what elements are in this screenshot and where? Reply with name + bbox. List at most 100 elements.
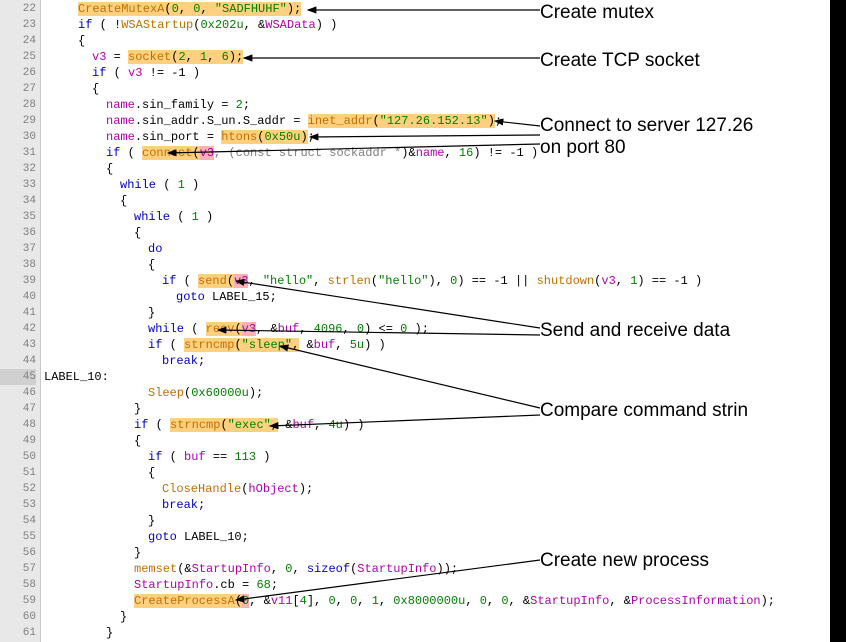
line-number: 45 <box>0 369 36 385</box>
code-token: const struct sockaddr * <box>236 146 402 160</box>
code-token: ) <box>300 130 307 144</box>
code-token: buf <box>292 418 314 432</box>
code-token: LABEL_10; <box>177 530 249 544</box>
code-token: 0 <box>501 594 508 608</box>
code-token: if <box>162 274 176 288</box>
code-line: { <box>148 257 155 273</box>
code-token: StartupInfo <box>530 594 609 608</box>
line-number: 52 <box>0 481 36 497</box>
code-token: 1 <box>178 178 185 192</box>
annotation-mutex: Create mutex <box>540 2 654 24</box>
code-token: ; <box>308 130 315 144</box>
code-line: { <box>134 225 141 241</box>
code-token: buf <box>278 322 300 336</box>
code-token: v3 <box>200 146 214 160</box>
code-token: ; <box>198 354 205 368</box>
code-token: , <box>335 338 349 352</box>
line-number: 23 <box>0 17 36 33</box>
code-token: ; <box>198 498 205 512</box>
code-token: -1 <box>509 146 523 160</box>
code-token: 6 <box>222 50 229 64</box>
code-token: , <box>357 594 371 608</box>
code-token: ) != <box>473 146 509 160</box>
code-token: 113 <box>234 450 256 464</box>
code-token: sizeof <box>307 562 350 576</box>
code-token: v11 <box>271 594 293 608</box>
code-token: 1 <box>192 210 199 224</box>
code-token: buf <box>184 450 206 464</box>
code-line: break; <box>162 353 205 369</box>
code-token: & <box>299 338 313 352</box>
code-token: } <box>148 514 155 528</box>
code-line: } <box>134 401 141 417</box>
line-number: 34 <box>0 193 36 209</box>
code-token: StartupInfo <box>357 562 436 576</box>
code-line: { <box>134 433 141 449</box>
code-token: hObject <box>248 482 298 496</box>
code-token: ); <box>249 386 263 400</box>
line-number: 33 <box>0 177 36 193</box>
line-number: 36 <box>0 225 36 241</box>
code-token: "SADFHUHF" <box>215 2 287 16</box>
code-token: goto <box>148 530 177 544</box>
code-token: 0 <box>328 594 335 608</box>
code-token: { <box>134 434 141 448</box>
code-token: { <box>148 258 155 272</box>
arrow <box>310 135 540 137</box>
line-number: 58 <box>0 577 36 593</box>
code-token: , <box>336 594 350 608</box>
code-token: 4 <box>300 594 307 608</box>
code-token: , <box>271 418 278 432</box>
code-token: 0 <box>480 594 487 608</box>
line-number: 35 <box>0 209 36 225</box>
code-token: , <box>313 274 327 288</box>
code-token: , <box>207 50 221 64</box>
code-token: inet_addr <box>308 114 373 128</box>
code-token: buf <box>314 338 336 352</box>
code-token: ) == <box>637 274 673 288</box>
code-line: goto LABEL_15; <box>176 289 277 305</box>
line-number: 53 <box>0 497 36 513</box>
code-line: { <box>120 193 127 209</box>
line-number: 46 <box>0 385 36 401</box>
code-token: , ( <box>214 146 236 160</box>
code-token: goto <box>176 290 205 304</box>
code-token: ); <box>407 322 429 336</box>
code-token: , & <box>609 594 631 608</box>
code-token: ) <box>688 274 702 288</box>
code-token: name <box>416 146 445 160</box>
code-token: v3 <box>128 66 142 80</box>
line-number: 54 <box>0 513 36 529</box>
code-token: } <box>134 546 141 560</box>
arrow <box>280 346 540 408</box>
code-line: } <box>148 305 155 321</box>
code-line: CreateProcessA(0, &v11[4], 0, 0, 1, 0x80… <box>134 593 775 609</box>
code-token: ], <box>307 594 329 608</box>
code-token: )& <box>401 146 415 160</box>
code-token: , & <box>509 594 531 608</box>
line-number: 55 <box>0 529 36 545</box>
code-line: break; <box>162 497 205 513</box>
code-token: == <box>206 450 235 464</box>
code-line: name.sin_addr.S_un.S_addr = inet_addr("1… <box>106 113 502 129</box>
code-token: ( <box>148 418 170 432</box>
line-number: 51 <box>0 465 36 481</box>
code-token: .sin_family = <box>135 98 236 112</box>
code-token: || <box>508 274 537 288</box>
code-token: CreateMutexA <box>78 2 164 16</box>
code-token: ; <box>495 114 502 128</box>
code-token: htons <box>221 130 257 144</box>
code-token: [ <box>292 594 299 608</box>
code-token: StartupInfo <box>134 578 213 592</box>
code-token: StartupInfo <box>192 562 271 576</box>
code-token: send <box>198 274 227 288</box>
code-token: ( <box>164 2 171 16</box>
code-line: StartupInfo.cb = 68; <box>134 577 278 593</box>
code-token: 4096 <box>314 322 343 336</box>
code-token: } <box>106 626 113 640</box>
code-token: if <box>106 146 120 160</box>
code-token: Sleep <box>148 386 184 400</box>
line-number: 49 <box>0 433 36 449</box>
code-token: ( <box>162 338 184 352</box>
code-token: ( <box>176 274 198 288</box>
